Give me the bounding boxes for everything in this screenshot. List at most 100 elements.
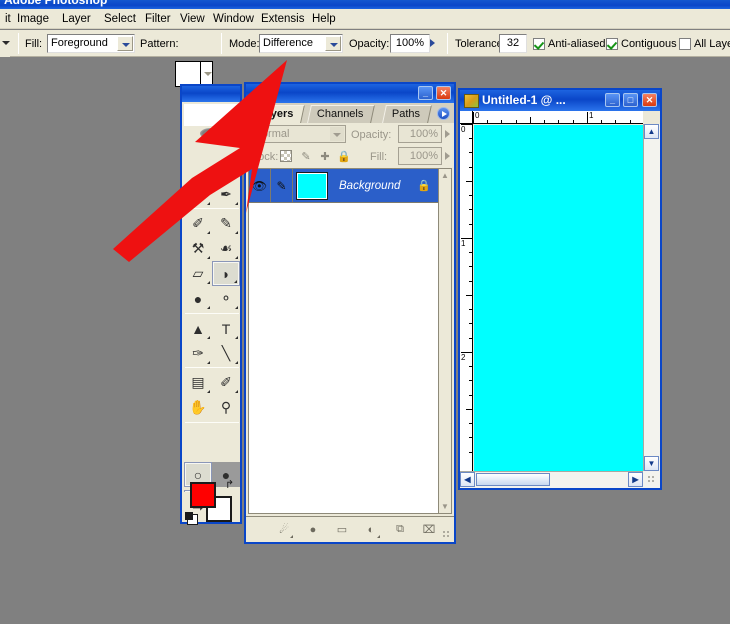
menu-item-window[interactable]: Window [208, 11, 259, 28]
layers-minimize-button[interactable]: _ [418, 86, 433, 100]
tool-slice[interactable]: ✒ [212, 182, 240, 207]
chevron-down-icon[interactable] [330, 127, 344, 141]
app-titlebar[interactable]: Adobe Photoshop [0, 0, 730, 9]
scroll-right-arrow-icon[interactable]: ▶ [628, 472, 643, 487]
tool-history-brush[interactable]: ☙ [212, 236, 240, 261]
contiguous-checkbox[interactable] [606, 38, 618, 50]
tool-brush[interactable]: ✎ [212, 211, 240, 236]
scroll-up-arrow-icon[interactable]: ▲ [644, 124, 659, 139]
tool-notes[interactable]: ▤ [184, 370, 212, 395]
menu-item-filter[interactable]: Filter [140, 11, 176, 28]
tool-flyout-corner-icon[interactable] [235, 336, 238, 339]
tool-flyout-corner-icon[interactable] [235, 202, 238, 205]
tool-zoom[interactable]: ⚲ [212, 395, 240, 420]
tool-eyedropper[interactable]: ✐ [212, 370, 240, 395]
tool-flyout-corner-icon[interactable] [207, 361, 210, 364]
palette-menu-button[interactable] [437, 107, 450, 120]
fill-slider-arrow-icon[interactable] [443, 149, 455, 163]
layer-blend-mode-dropdown[interactable]: Normal [250, 125, 346, 143]
document-resize-grip[interactable] [643, 471, 660, 488]
tool-flyout-corner-icon[interactable] [235, 231, 238, 234]
lock-position-icon[interactable]: ✚ [318, 149, 332, 163]
layer-visibility-eye-icon[interactable]: 👁 [249, 169, 271, 203]
tool-healing-brush[interactable]: ✐ [184, 211, 212, 236]
menu-item-layer[interactable]: Layer [57, 11, 96, 28]
lock-image-pixels-icon[interactable]: ✎ [299, 149, 313, 163]
new-group-button[interactable]: ▭ [332, 521, 352, 539]
flyout-corner-icon[interactable] [377, 535, 380, 538]
default-colors-icon[interactable] [187, 514, 198, 525]
tool-flyout-corner-icon[interactable] [207, 306, 210, 309]
chevron-down-icon[interactable] [325, 36, 341, 51]
menu-item-view[interactable]: View [175, 11, 210, 28]
table-row[interactable]: 👁 ✎ Background 🔒 [249, 169, 439, 203]
toolbox-titlebar[interactable] [182, 86, 240, 102]
scroll-left-arrow-icon[interactable]: ◀ [460, 472, 475, 487]
layer-style-button[interactable]: ☄ [274, 521, 294, 539]
resize-grip[interactable] [442, 530, 452, 540]
horizontal-ruler[interactable]: 0 1 [473, 111, 643, 124]
new-layer-button[interactable]: ⧉ [390, 521, 410, 539]
document-vertical-scrollbar[interactable]: ▲ ▼ [643, 124, 660, 471]
tool-flyout-corner-icon[interactable] [235, 390, 238, 393]
all-layers-checkbox[interactable] [679, 38, 691, 50]
layer-fill-input[interactable]: 100% [398, 147, 442, 165]
tool-flyout-corner-icon[interactable] [235, 256, 238, 259]
tool-type[interactable]: T [212, 316, 240, 341]
flyout-corner-icon[interactable] [290, 535, 293, 538]
opacity-slider-arrow-icon[interactable] [427, 36, 439, 50]
layer-opacity-input[interactable]: 100% [398, 125, 442, 143]
tool-crop[interactable]: ⌗ [184, 182, 212, 207]
tab-layers[interactable]: Layers [248, 105, 305, 123]
menu-item-extensis[interactable]: Extensis [256, 11, 309, 28]
layer-link-brush-icon[interactable]: ✎ [271, 169, 293, 203]
tool-eraser[interactable]: ▱ [184, 261, 212, 286]
tolerance-input[interactable]: 32 [499, 34, 527, 53]
ruler-origin-corner[interactable] [460, 111, 473, 124]
menu-item-image[interactable]: Image [12, 11, 54, 28]
tool-path-selection[interactable]: ▲ [184, 316, 212, 341]
layer-name[interactable]: Background [339, 180, 417, 192]
tool-flyout-corner-icon[interactable] [207, 336, 210, 339]
adjustment-layer-button[interactable]: ◐ [361, 521, 381, 539]
lock-transparent-pixels-icon[interactable] [280, 150, 292, 162]
scroll-down-arrow-icon[interactable]: ▼ [644, 456, 659, 471]
anti-aliased-label[interactable]: Anti-aliased [548, 37, 605, 51]
tool-dodge[interactable]: ⚬ [212, 286, 240, 311]
swap-colors-icon[interactable]: ↱ [225, 478, 234, 491]
vertical-ruler[interactable]: 0 1 2 [460, 124, 473, 471]
contiguous-label[interactable]: Contiguous [621, 37, 677, 51]
menu-item-select[interactable]: Select [99, 11, 141, 28]
tool-flyout-corner-icon[interactable] [207, 231, 210, 234]
options-bar-grip[interactable] [0, 30, 10, 57]
delete-layer-button[interactable]: ⌧ [419, 521, 439, 539]
opacity-input[interactable]: 100% [390, 34, 430, 53]
layer-mask-button[interactable]: ● [303, 521, 323, 539]
tool-clone-stamp[interactable]: ⚒ [184, 236, 212, 261]
tool-flyout-corner-icon[interactable] [235, 306, 238, 309]
tool-flyout-corner-icon[interactable] [207, 256, 210, 259]
tool-line[interactable]: ╲ [212, 341, 240, 366]
scroll-up-arrow-icon[interactable]: ▲ [439, 169, 451, 182]
canvas[interactable] [474, 125, 643, 471]
lock-all-icon[interactable]: 🔒 [337, 149, 351, 163]
layers-close-button[interactable]: ✕ [436, 86, 451, 100]
tool-flyout-corner-icon[interactable] [234, 280, 237, 283]
layer-list-scrollbar[interactable]: ▲ ▼ [438, 168, 452, 514]
tab-channels[interactable]: Channels [307, 105, 375, 123]
fill-dropdown[interactable]: Foreground [47, 34, 135, 53]
foreground-color-swatch[interactable] [190, 482, 216, 508]
tool-flyout-corner-icon[interactable] [235, 361, 238, 364]
anti-aliased-checkbox[interactable] [533, 38, 545, 50]
layer-thumbnail[interactable] [297, 173, 327, 199]
menu-item-help[interactable]: Help [307, 11, 341, 28]
chevron-down-icon[interactable] [200, 62, 212, 86]
all-layers-label[interactable]: All Layers [694, 37, 730, 51]
document-close-button[interactable]: ✕ [642, 93, 657, 107]
document-maximize-button[interactable]: □ [623, 93, 638, 107]
horizontal-scroll-thumb[interactable] [476, 473, 550, 486]
tool-flyout-corner-icon[interactable] [207, 202, 210, 205]
tool-hand[interactable]: ✋ [184, 395, 212, 420]
document-minimize-button[interactable]: _ [605, 93, 620, 107]
tool-blur[interactable]: ● [184, 286, 212, 311]
